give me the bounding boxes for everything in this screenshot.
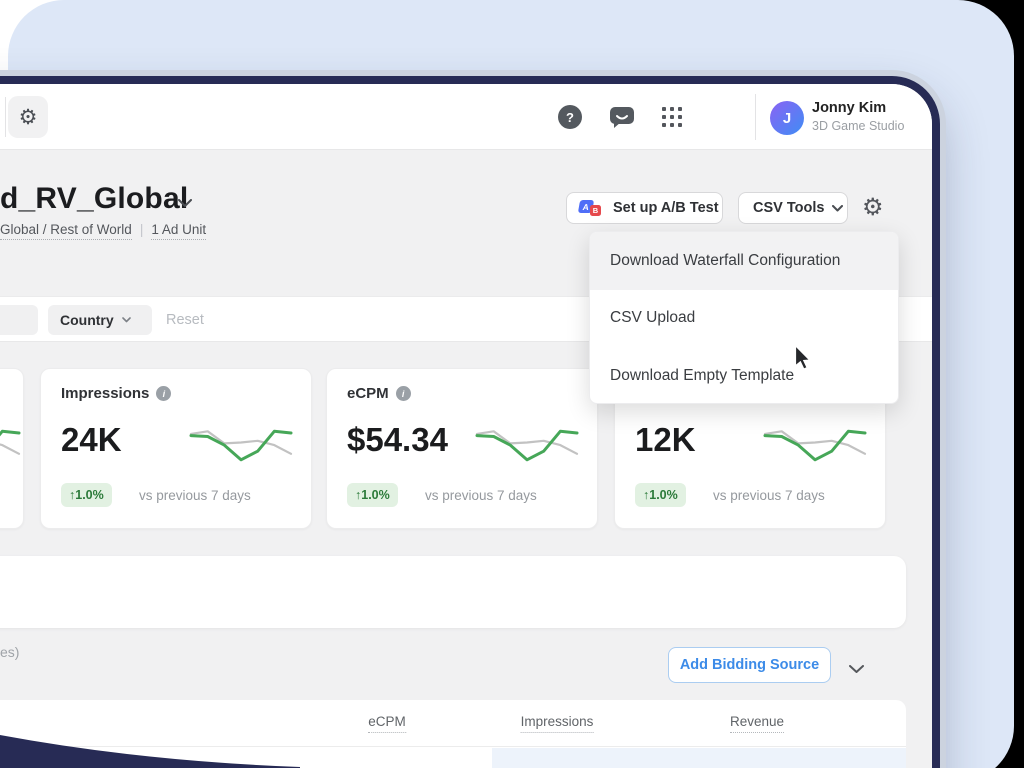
- page-title: d_RV_Global: [0, 182, 188, 216]
- delta-badge: ↑1.0%: [347, 483, 398, 507]
- column-header-impressions[interactable]: Impressions: [521, 714, 594, 729]
- card-label: Impressions: [61, 385, 149, 402]
- reset-filters-link[interactable]: Reset: [166, 312, 204, 328]
- menu-item-csv-upload[interactable]: CSV Upload: [590, 290, 898, 348]
- section-collapse-chevron-icon[interactable]: [849, 661, 864, 679]
- card-label: eCPM: [347, 385, 389, 402]
- bidding-row-highlight: [492, 748, 906, 768]
- menu-item-download-empty-template[interactable]: Download Empty Template: [590, 347, 898, 405]
- sparkline-chart: [189, 425, 293, 471]
- topbar-divider: [5, 97, 6, 137]
- chevron-down-icon: [122, 317, 131, 323]
- filter-pill-country[interactable]: Country: [48, 305, 152, 335]
- waterfall-settings-gear-icon[interactable]: ⚙: [862, 193, 884, 223]
- avatar[interactable]: J: [770, 101, 804, 135]
- kpi-card-partial: [0, 368, 24, 529]
- topbar-divider-right: [755, 94, 756, 140]
- delta-badge: ↑1.0%: [635, 483, 686, 507]
- setup-ab-test-button[interactable]: A B Set up A/B Test: [566, 192, 723, 224]
- waterfall-panel: [0, 556, 906, 628]
- column-header-revenue[interactable]: Revenue: [730, 714, 784, 729]
- card-value: 24K: [61, 421, 122, 459]
- breadcrumb: Global / Rest of World|1 Ad Unit: [0, 222, 206, 237]
- info-icon[interactable]: i: [156, 386, 171, 401]
- menu-item-download-waterfall-configuration[interactable]: Download Waterfall Configuration: [590, 232, 898, 290]
- help-icon[interactable]: ?: [557, 105, 583, 129]
- delta-badge: ↑1.0%: [61, 483, 112, 507]
- card-value: $54.34: [347, 421, 448, 459]
- screenshot-canvas: ⚙ ?: [0, 0, 1024, 768]
- app-content: ⚙ ?: [0, 84, 940, 768]
- add-bidding-source-button[interactable]: Add Bidding Source: [668, 647, 831, 683]
- frame-corner-wedge: [0, 725, 300, 768]
- app-window: ⚙ ?: [0, 76, 940, 768]
- csv-tools-button[interactable]: CSV Tools: [738, 192, 848, 224]
- sparkline-chart: [0, 425, 21, 471]
- compare-label: vs previous 7 days: [139, 488, 251, 503]
- user-org: 3D Game Studio: [812, 119, 904, 133]
- csv-tools-dropdown: Download Waterfall Configuration CSV Upl…: [589, 231, 899, 404]
- ab-test-icon: A B: [579, 200, 605, 217]
- info-icon[interactable]: i: [396, 386, 411, 401]
- top-bar: ⚙ ?: [0, 84, 940, 150]
- sparkline-chart: [763, 425, 867, 471]
- compare-label: vs previous 7 days: [425, 488, 537, 503]
- card-value: 12K: [635, 421, 696, 459]
- mouse-cursor: [794, 346, 811, 370]
- breadcrumb-segment[interactable]: Global / Rest of World: [0, 222, 132, 240]
- ad-unit-count[interactable]: 1 Ad Unit: [151, 222, 206, 240]
- settings-nav-button[interactable]: ⚙: [8, 96, 48, 138]
- title-chevron-down-icon[interactable]: [178, 194, 192, 212]
- sparkline-chart: [475, 425, 579, 471]
- section-label-truncated: es): [0, 644, 19, 660]
- column-header-ecpm[interactable]: eCPM: [368, 714, 406, 729]
- user-name: Jonny Kim: [812, 100, 886, 116]
- chevron-down-icon: [832, 205, 843, 212]
- filter-pill-partial[interactable]: s: [0, 305, 38, 335]
- apps-grid-icon[interactable]: [659, 105, 685, 129]
- kpi-card-ecpm: eCPM i $54.34 ↑1.0% vs previous 7 days: [326, 368, 598, 529]
- compare-label: vs previous 7 days: [713, 488, 825, 503]
- kpi-card-impressions: Impressions i 24K ↑1.0% vs previous 7 da…: [40, 368, 312, 529]
